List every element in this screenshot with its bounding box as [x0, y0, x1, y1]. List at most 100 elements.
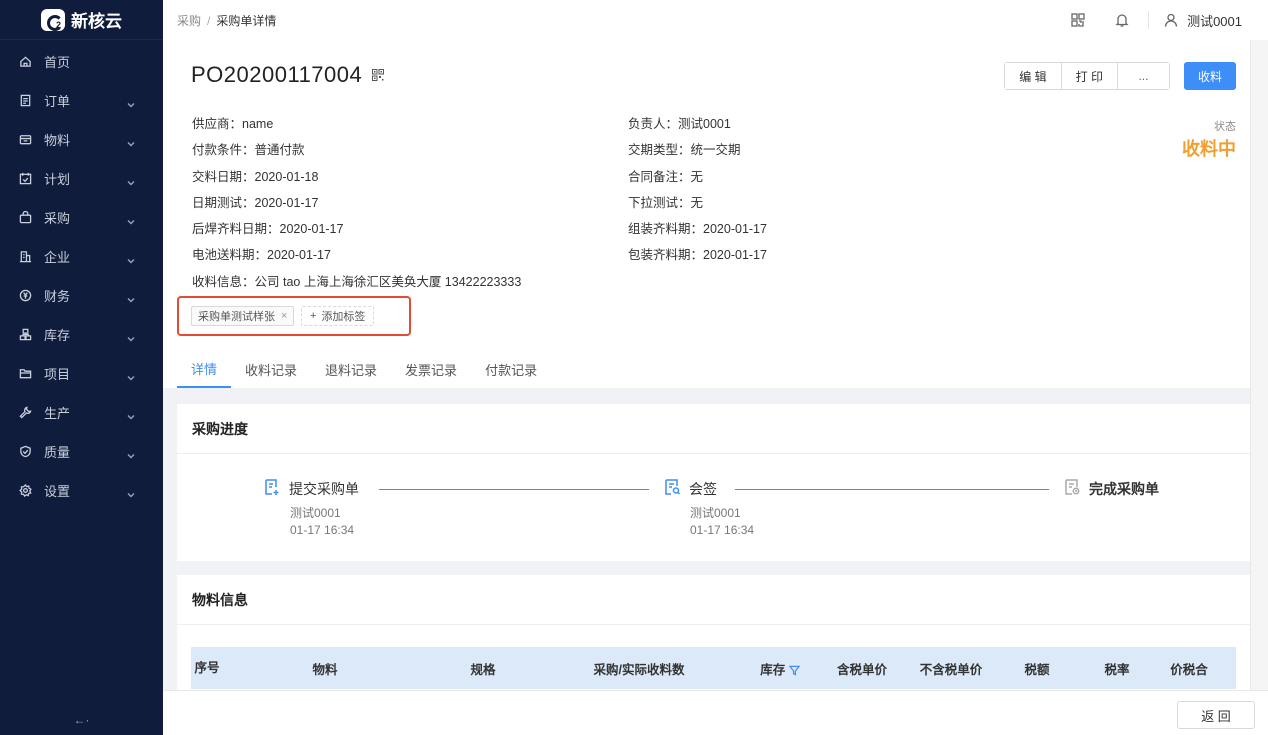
- page-scrollbar[interactable]: [1250, 40, 1268, 690]
- sidebar-item-settings[interactable]: 设置: [0, 471, 163, 510]
- sidebar-item-enterprise[interactable]: 企业: [0, 237, 163, 276]
- column-header-unit-price: 不含税单价: [919, 662, 983, 677]
- step-label: 提交采购单: [289, 480, 359, 497]
- sidebar-item-production[interactable]: 生产: [0, 393, 163, 432]
- quality-icon: [18, 445, 32, 459]
- qrcode-icon[interactable]: [372, 69, 385, 81]
- step-time: 01-17 16:34: [690, 523, 755, 537]
- receive-button[interactable]: 收料: [1183, 62, 1236, 90]
- breadcrumb-current: 采购单详情: [216, 13, 277, 28]
- chevron-down-icon: [127, 175, 135, 185]
- info-right: 负责人：测试0001 交期类型：统一交期 合同备注：无 下拉测试：无 组装齐料期…: [628, 116, 767, 274]
- chevron-down-icon: [127, 409, 135, 419]
- countersign-icon: [663, 478, 681, 499]
- sidebar-collapse-button[interactable]: ←·: [0, 713, 163, 727]
- column-header-total: 价税合: [1170, 662, 1208, 677]
- tab-invoice-records[interactable]: 发票记录: [391, 350, 471, 388]
- tag-label: 采购单测试样张: [198, 311, 275, 323]
- chevron-down-icon: [127, 370, 135, 380]
- sidebar-item-finance[interactable]: 财务: [0, 276, 163, 315]
- info-date-test: 日期测试：2020-01-17: [192, 195, 319, 210]
- step-complete: 完成采购单: [1063, 478, 1159, 499]
- info-battery-date: 电池送料期：2020-01-17: [192, 248, 331, 263]
- sidebar-item-quality[interactable]: 质量: [0, 432, 163, 471]
- step-countersign: 会签 测试0001 01-17 16:34: [663, 478, 754, 539]
- back-button[interactable]: 返 回: [1177, 701, 1255, 729]
- sidebar-item-plan[interactable]: 计划: [0, 159, 163, 198]
- inventory-icon: [18, 328, 32, 342]
- material-card-title: 物料信息: [177, 575, 1250, 625]
- purchase-icon: [18, 211, 32, 225]
- tab-detail[interactable]: 详情: [177, 350, 232, 388]
- info-supplier: 供应商：name: [192, 117, 274, 131]
- header-divider: [1148, 11, 1150, 29]
- info-post-weld-date: 后焊齐料日期：2020-01-17: [192, 222, 344, 237]
- step-time: 01-17 16:34: [290, 523, 355, 537]
- breadcrumb-parent[interactable]: 采购: [177, 14, 201, 28]
- home-icon: [18, 55, 32, 69]
- bell-icon[interactable]: [1114, 12, 1130, 28]
- sidebar-item-inventory[interactable]: 库存: [0, 315, 163, 354]
- edit-button[interactable]: 编 辑: [1005, 63, 1061, 89]
- print-button[interactable]: 打 印: [1060, 63, 1117, 89]
- filter-icon[interactable]: [788, 663, 801, 677]
- project-icon: [18, 367, 32, 381]
- add-tag-button[interactable]: + 添加标签: [301, 306, 375, 326]
- sidebar-item-purchase[interactable]: 采购: [0, 198, 163, 237]
- step-label: 完成采购单: [1089, 480, 1159, 497]
- step-connector: [379, 489, 649, 490]
- chevron-down-icon: [127, 448, 135, 458]
- sidebar-item-project[interactable]: 项目: [0, 354, 163, 393]
- sidebar-item-home[interactable]: 首页: [0, 42, 163, 81]
- plan-icon: [18, 172, 32, 186]
- chevron-down-icon: [127, 214, 135, 224]
- column-header-quantity: 采购/实际收料数: [593, 662, 685, 677]
- step-user: 测试0001: [690, 506, 741, 520]
- column-header-tax-amount: 税额: [1024, 662, 1050, 677]
- step-label: 会签: [689, 480, 717, 497]
- plus-icon: +: [310, 310, 317, 322]
- tab-receiving-records[interactable]: 收料记录: [231, 350, 311, 388]
- status-badge: 收料中: [1182, 139, 1236, 159]
- user-menu[interactable]: 测试0001: [1163, 11, 1242, 30]
- progress-card-title: 采购进度: [177, 404, 1250, 454]
- sidebar-nav: 首页 订单 物料 计划 采购 企业 财务 库存 项目 生产 质量 设置: [0, 40, 163, 510]
- close-icon[interactable]: ×: [281, 310, 287, 322]
- top-header: 采购 / 采购单详情 测试0001: [163, 0, 1268, 40]
- enterprise-icon: [18, 250, 32, 264]
- more-button[interactable]: ...: [1116, 63, 1169, 89]
- sidebar-item-material[interactable]: 物料: [0, 120, 163, 159]
- qrcode-icon[interactable]: [1070, 12, 1086, 28]
- column-header-stock: 库存: [739, 659, 821, 678]
- logo: 2 新核云: [0, 0, 163, 40]
- submit-document-icon: [263, 478, 281, 499]
- chevron-down-icon: [127, 487, 135, 497]
- step-submit: 提交采购单 测试0001 01-17 16:34: [263, 478, 359, 539]
- column-header-tax-rate: 税率: [1104, 662, 1130, 677]
- info-contract-note: 合同备注：无: [628, 169, 704, 184]
- info-left: 供应商：name 付款条件：普通付款 交料日期：2020-01-18 日期测试：…: [192, 116, 521, 300]
- info-assembly-date: 组装齐料期：2020-01-17: [628, 222, 767, 237]
- material-card: 物料信息 序号 物料 规格 采购/实际收料数 库存 含税单价 不含税单价 税额 …: [177, 575, 1250, 690]
- material-table-header: 序号 物料 规格 采购/实际收料数 库存 含税单价 不含税单价 税额 税率 价税…: [191, 647, 1236, 689]
- column-header-unit-price-tax: 含税单价: [836, 662, 887, 677]
- column-header-spec: 规格: [470, 662, 496, 677]
- order-icon: [18, 94, 32, 108]
- material-icon: [18, 133, 32, 147]
- sidebar: 2 新核云 首页 订单 物料 计划 采购 企业 财务 库存 项目 生产 质量 设…: [0, 0, 163, 735]
- chevron-down-icon: [127, 292, 135, 302]
- header-actions: 测试0001: [1056, 11, 1254, 30]
- main-content: PO20200117004 编 辑 打 印 ... 收料 供应商：name 付款…: [163, 40, 1250, 690]
- po-actions: 编 辑 打 印 ... 收料: [1004, 62, 1236, 90]
- action-button-group: 编 辑 打 印 ...: [1004, 62, 1170, 90]
- production-icon: [18, 406, 32, 420]
- progress-steps: 提交采购单 测试0001 01-17 16:34 会签 测试0001 01-17…: [177, 454, 1250, 560]
- logo-icon: 2: [41, 8, 65, 31]
- tab-payment-records[interactable]: 付款记录: [471, 350, 551, 388]
- sidebar-item-order[interactable]: 订单: [0, 81, 163, 120]
- tab-return-records[interactable]: 退料记录: [311, 350, 391, 388]
- step-connector: [735, 489, 1049, 490]
- info-delivery-type: 交期类型：统一交期: [628, 143, 741, 158]
- info-delivery-date: 交料日期：2020-01-18: [192, 169, 319, 184]
- breadcrumb-separator: /: [207, 13, 211, 28]
